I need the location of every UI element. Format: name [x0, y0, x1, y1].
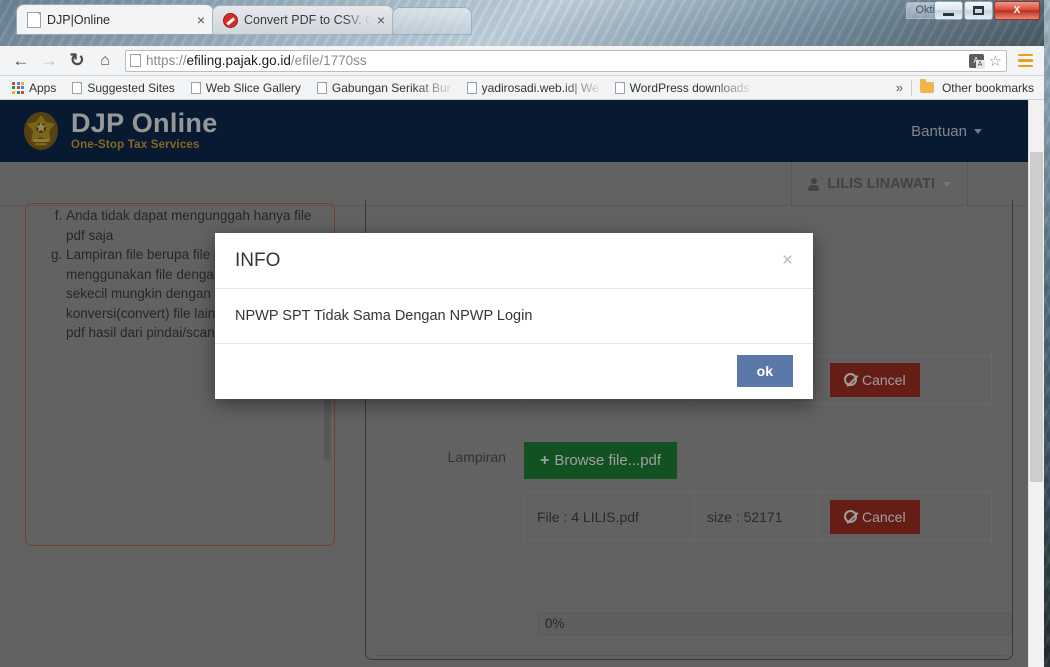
home-icon[interactable]: ⌂ [92, 49, 118, 73]
pdf-file-name: File : 4 LILIS.pdf [524, 492, 695, 541]
site-header: DJP Online One-Stop Tax Services Bantuan [0, 100, 1028, 162]
brand-title: DJP Online [71, 108, 218, 139]
cancel-pdf-button[interactable]: Cancel [830, 499, 920, 534]
forward-button[interactable]: → [36, 49, 62, 73]
chevron-down-icon [943, 181, 951, 187]
block-icon [223, 12, 238, 28]
pdf-row-spacer [366, 492, 524, 499]
browse-label: Browse file...pdf [554, 452, 662, 469]
page-icon [190, 81, 201, 94]
cancel-label: Cancel [862, 508, 906, 525]
bookmark-web-slice-gallery[interactable]: Web Slice Gallery [185, 79, 307, 97]
other-bookmarks-label[interactable]: Other bookmarks [942, 81, 1034, 95]
modal-body: NPWP SPT Tidak Sama Dengan NPWP Login [215, 289, 813, 344]
browse-pdf-button[interactable]: + Browse file...pdf [524, 442, 678, 479]
page-icon [27, 11, 41, 28]
form-footer: Start Upload » [374, 655, 1006, 667]
info-modal: INFO × NPWP SPT Tidak Sama Dengan NPWP L… [215, 233, 813, 399]
progress-label: 0% [545, 616, 565, 631]
bookmarks-overflow-icon[interactable]: » [896, 80, 903, 95]
page-icon [72, 81, 83, 94]
bookmark-label: Gabungan Serikat Bur [331, 80, 451, 95]
brand: DJP Online One-Stop Tax Services [0, 110, 218, 152]
modal-ok-button[interactable]: ok [736, 355, 793, 387]
back-button[interactable]: ← [8, 49, 34, 73]
translate-icon[interactable]: AA [968, 53, 985, 69]
table-row: File : 4 LILIS.pdf size : 52171 Cancel [524, 492, 992, 541]
bookmark-label: Suggested Sites [87, 80, 175, 95]
page-icon [466, 81, 477, 94]
bookmarks-bar: Apps Suggested Sites Web Slice Gallery G… [0, 76, 1044, 100]
tab-title: DJP|Online [47, 12, 110, 27]
chevron-down-icon [974, 128, 982, 134]
apps-grid-icon [12, 81, 24, 94]
page-scrollbar-thumb[interactable] [1030, 152, 1043, 482]
new-tab-button[interactable] [393, 8, 471, 34]
address-bar[interactable]: https://efiling.pajak.go.id/efile/1770ss… [125, 49, 1007, 72]
window-controls: X [933, 1, 1040, 22]
reload-icon[interactable]: ↻ [64, 49, 90, 73]
browser-tab-strip: DJP|Online × Convert PDF to CSV. Onlin ×… [0, 0, 1044, 46]
bookmark-yadirosadi[interactable]: yadirosadi.web.id| We [461, 79, 605, 97]
page-scrollbar[interactable] [1028, 100, 1044, 667]
browser-tab-convert-pdf[interactable]: Convert PDF to CSV. Onlin × [213, 6, 393, 34]
garuda-emblem-icon [22, 110, 60, 152]
bookmark-star-icon[interactable]: ☆ [989, 52, 1002, 70]
page-icon [316, 81, 327, 94]
modal-message: NPWP SPT Tidak Sama Dengan NPWP Login [235, 308, 533, 324]
modal-footer: ok [215, 344, 813, 398]
bookmark-label: Apps [29, 80, 57, 95]
url-text: https://efiling.pajak.go.id/efile/1770ss [146, 53, 367, 68]
site-nav: Bantuan [911, 123, 1028, 140]
bookmark-apps[interactable]: Apps [6, 79, 62, 97]
page-viewport: DJP Online One-Stop Tax Services Bantuan… [0, 100, 1044, 667]
lampiran-label: Lampiran [447, 449, 506, 465]
pdf-file-size: size : 52171 [694, 492, 818, 541]
bookmark-label: Web Slice Gallery [205, 80, 301, 95]
cancel-label: Cancel [862, 371, 906, 388]
bookmark-wordpress-downloads[interactable]: WordPress downloads [609, 79, 756, 97]
bookmark-suggested-sites[interactable]: Suggested Sites [66, 79, 180, 97]
tab-title: Convert PDF to CSV. Onlin [244, 13, 371, 27]
page-icon [614, 81, 625, 94]
page-info-icon [130, 54, 141, 67]
plus-icon: + [540, 451, 550, 469]
person-icon [808, 177, 820, 191]
browser-window: DJP|Online × Convert PDF to CSV. Onlin ×… [0, 0, 1044, 667]
ban-icon [844, 373, 857, 386]
tab-close-icon[interactable]: × [377, 13, 385, 27]
nav-label: Bantuan [911, 122, 967, 140]
browser-toolbar: ← → ↻ ⌂ https://efiling.pajak.go.id/efil… [0, 46, 1044, 76]
upload-progress-bar: 0% [538, 613, 1012, 635]
tab-close-icon[interactable]: × [197, 13, 205, 27]
bookmark-label: WordPress downloads [629, 80, 750, 95]
close-icon[interactable]: × [782, 251, 793, 270]
ban-icon [844, 510, 857, 523]
close-window-button[interactable]: X [994, 1, 1040, 20]
modal-title: INFO [235, 249, 281, 271]
pdf-cancel-cell: Cancel [817, 492, 992, 541]
lampiran-row: Lampiran + Browse file...pdf [366, 442, 1014, 479]
pdf-file-table: File : 4 LILIS.pdf size : 52171 Cancel [524, 492, 992, 541]
modal-header: INFO × [215, 233, 813, 289]
csv-cancel-cell: Cancel [817, 355, 992, 404]
cancel-csv-button[interactable]: Cancel [830, 362, 920, 397]
nav-item-bantuan[interactable]: Bantuan [911, 123, 982, 140]
bookmark-gabungan-serikat[interactable]: Gabungan Serikat Bur [311, 79, 457, 97]
user-name: LILIS LINAWATI [827, 176, 935, 192]
brand-subtitle: One-Stop Tax Services [71, 139, 200, 152]
bookmark-label: yadirosadi.web.id| We [481, 80, 599, 95]
bookmarks-divider [910, 79, 912, 96]
browser-tab-djp-online[interactable]: DJP|Online × [17, 5, 213, 34]
minimize-button[interactable] [934, 1, 963, 20]
folder-icon [919, 79, 934, 93]
browser-menu-icon[interactable] [1014, 50, 1036, 72]
pdf-file-row: File : 4 LILIS.pdf size : 52171 Cancel [366, 492, 1014, 541]
maximize-button[interactable] [964, 1, 993, 20]
